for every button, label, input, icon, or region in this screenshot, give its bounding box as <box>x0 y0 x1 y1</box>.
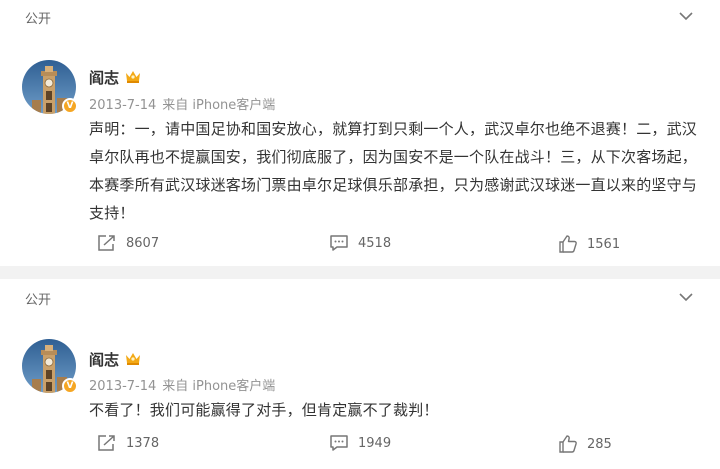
post-date[interactable]: 2013-7-14 <box>89 98 156 113</box>
like-count: 285 <box>587 436 612 452</box>
post-text: 声明：一，请中国足协和国安放心，就算打到只剩一个人，武汉卓尔也绝不退赛！二，武汉… <box>89 120 698 222</box>
post-text: 不看了！我们可能赢得了对手，但肯定赢不了裁判！ <box>89 401 439 419</box>
post-meta: 2013-7-14 来自 iPhone客户端 <box>89 94 281 113</box>
repost-count: 8607 <box>126 235 160 251</box>
post-source: 来自 iPhone客户端 <box>162 98 276 113</box>
comment-count: 1949 <box>358 435 392 451</box>
comment-icon <box>329 434 358 452</box>
author-name[interactable]: 阎志 <box>89 349 119 370</box>
like-button[interactable]: 1561 <box>558 234 620 254</box>
comment-button[interactable]: 4518 <box>329 234 391 252</box>
visibility-label: 公开 <box>25 293 52 308</box>
thumbs-up-icon <box>558 234 587 254</box>
post-source: 来自 iPhone客户端 <box>162 379 276 394</box>
post-date[interactable]: 2013-7-14 <box>89 379 156 394</box>
post-meta: 2013-7-14 来自 iPhone客户端 <box>89 375 281 394</box>
repost-button[interactable]: 1378 <box>97 434 159 452</box>
verified-badge-icon: V <box>62 378 78 394</box>
verified-badge-icon: V <box>62 98 78 114</box>
post-card: 公开 V 阎志 2013-7-1 <box>0 0 720 266</box>
comment-count: 4518 <box>358 235 392 251</box>
chevron-down-icon[interactable] <box>677 288 695 306</box>
repost-icon <box>97 234 126 252</box>
repost-button[interactable]: 8607 <box>97 234 159 252</box>
like-button[interactable]: 285 <box>558 434 612 454</box>
visibility-label: 公开 <box>25 12 52 27</box>
author-name[interactable]: 阎志 <box>89 67 119 88</box>
crown-icon[interactable] <box>124 68 142 84</box>
comment-icon <box>329 234 358 252</box>
like-count: 1561 <box>587 236 621 252</box>
repost-count: 1378 <box>126 435 160 451</box>
repost-icon <box>97 434 126 452</box>
post-card: 公开 V 阎志 2013-7-1 <box>0 279 720 469</box>
crown-icon[interactable] <box>124 350 142 366</box>
thumbs-up-icon <box>558 434 587 454</box>
comment-button[interactable]: 1949 <box>329 434 391 452</box>
chevron-down-icon[interactable] <box>677 7 695 25</box>
